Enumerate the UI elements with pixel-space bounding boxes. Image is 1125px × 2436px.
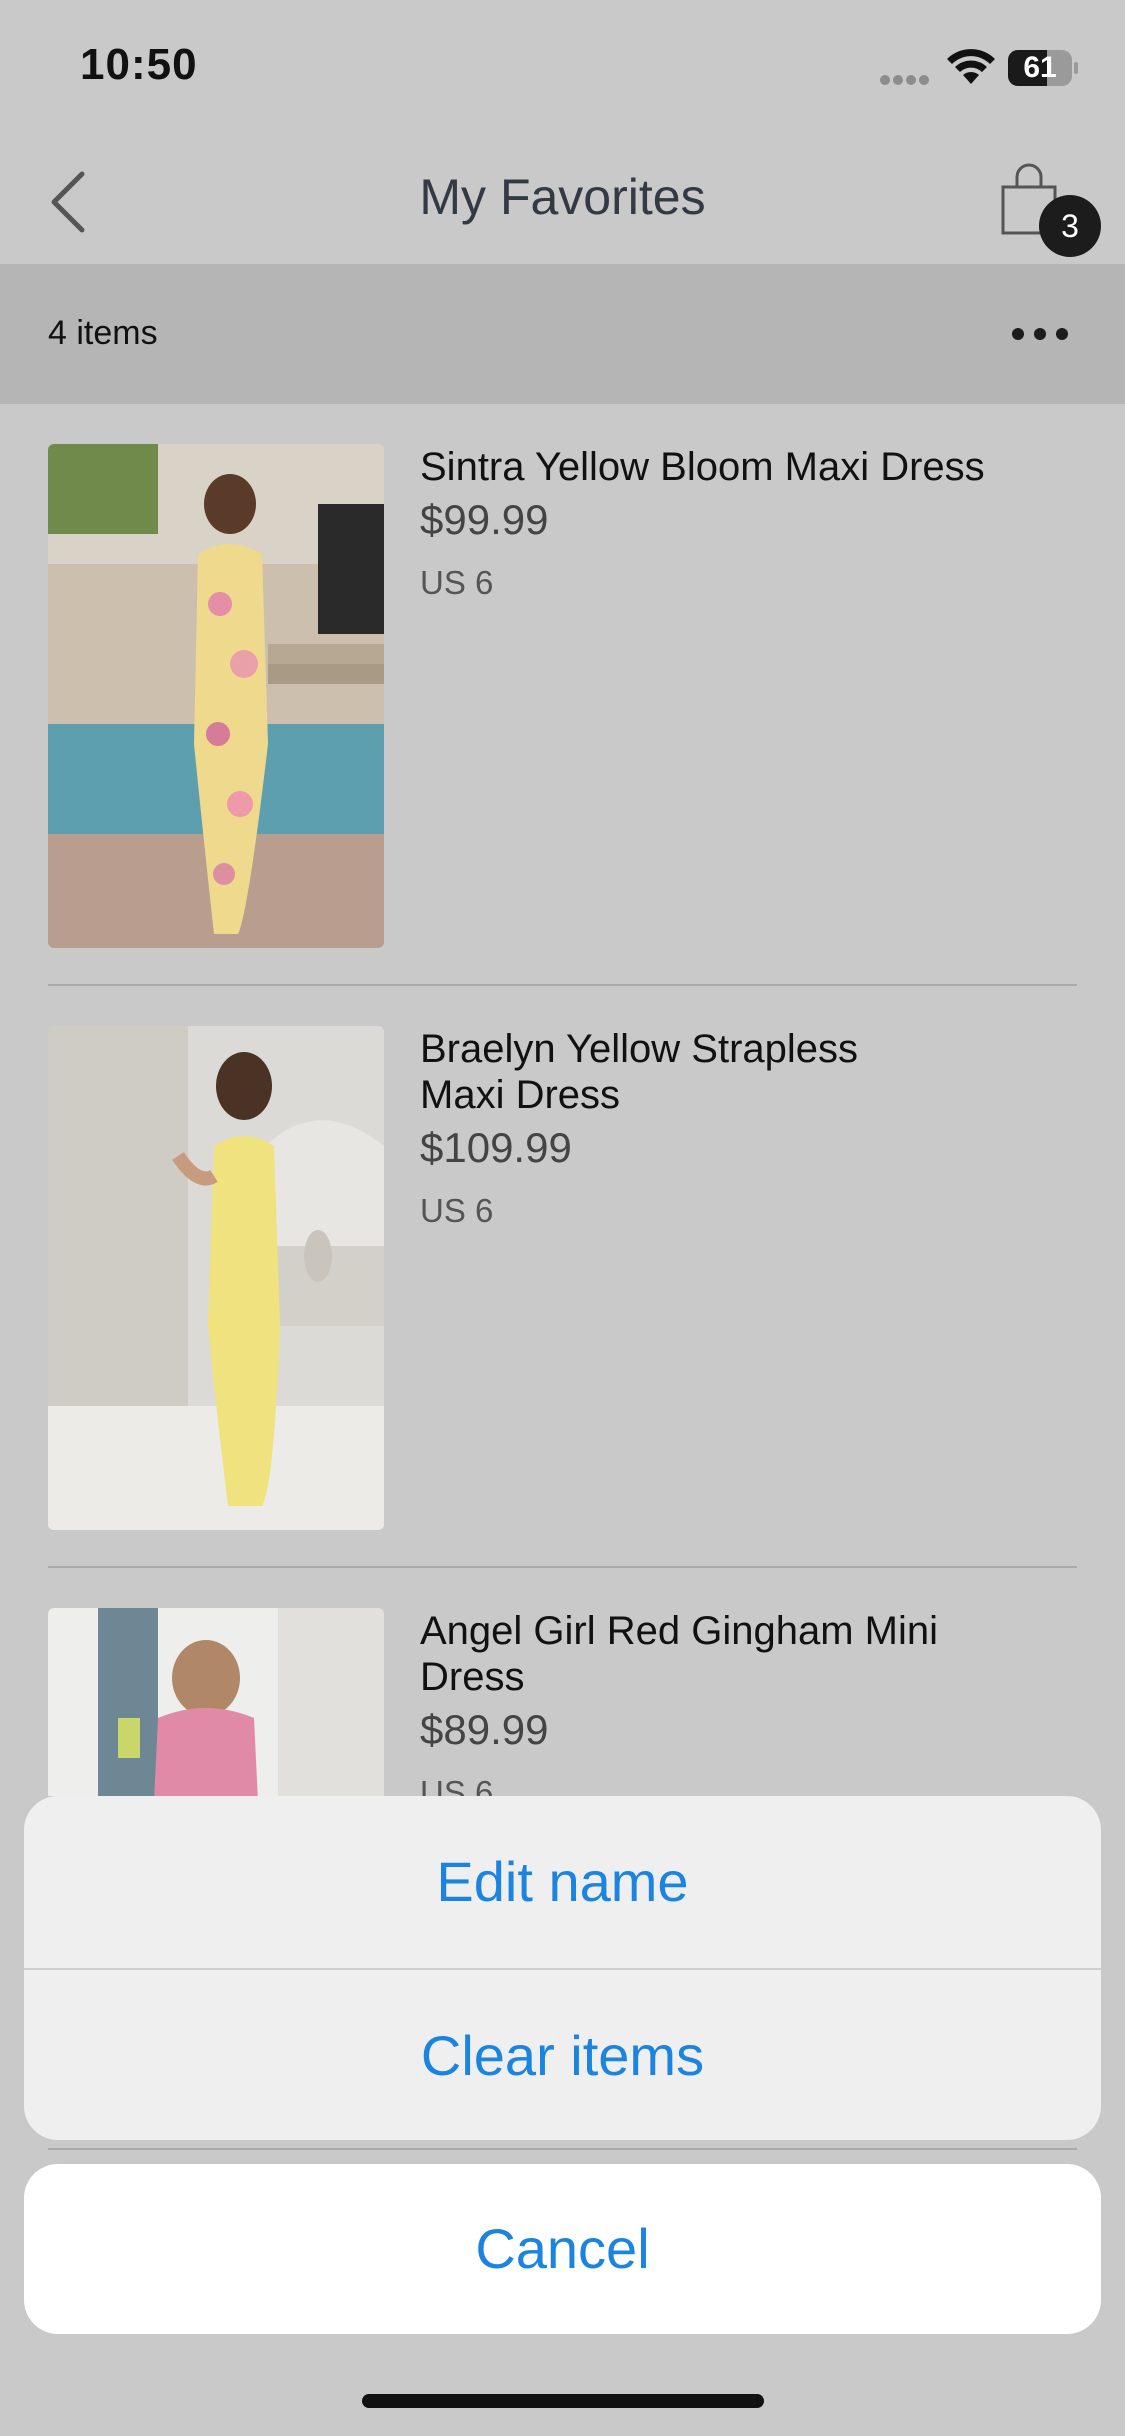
list-item[interactable]: Braelyn Yellow Strapless Maxi Dress $109… <box>0 986 1125 1568</box>
clear-items-button[interactable]: Clear items <box>24 1970 1101 2140</box>
more-options-button[interactable] <box>1000 304 1080 364</box>
cart-button[interactable]: 3 <box>985 157 1105 267</box>
product-price: $99.99 <box>420 496 549 543</box>
favorites-screen: 10:50 61 My Favorites 3 4 items Sintra Y… <box>0 0 1125 2436</box>
status-bar: 10:50 61 <box>0 0 1125 132</box>
navigation-bar: My Favorites 3 <box>0 132 1125 264</box>
product-image[interactable] <box>48 1026 384 1530</box>
product-image[interactable] <box>48 444 384 948</box>
page-title: My Favorites <box>419 169 706 225</box>
battery-icon: 61 <box>1008 50 1078 86</box>
product-size: US 6 <box>420 564 494 601</box>
item-count: 4 items <box>48 314 158 352</box>
home-indicator[interactable] <box>362 2394 764 2408</box>
list-header: 4 items <box>0 264 1125 404</box>
product-name[interactable]: Angel Girl Red Gingham Mini Dress <box>420 1608 940 1700</box>
product-size: US 6 <box>420 1774 494 1796</box>
cancel-button[interactable]: Cancel <box>24 2164 1101 2334</box>
product-price: $89.99 <box>420 1706 549 1753</box>
divider <box>48 2148 1077 2150</box>
signal-dots-icon <box>880 72 932 85</box>
product-name[interactable]: Braelyn Yellow Strapless Maxi Dress <box>420 1026 940 1118</box>
edit-name-button[interactable]: Edit name <box>24 1796 1101 1968</box>
status-time: 10:50 <box>80 40 198 89</box>
list-item[interactable]: Angel Girl Red Gingham Mini Dress $89.99… <box>0 1568 1125 1796</box>
product-name[interactable]: Sintra Yellow Bloom Maxi Dress <box>420 444 1060 490</box>
product-size: US 6 <box>420 1192 494 1229</box>
product-price: $109.99 <box>420 1124 572 1171</box>
wifi-icon <box>947 49 995 84</box>
battery-level: 61 <box>1023 51 1057 84</box>
action-sheet: Edit name Clear items <box>24 1796 1101 2140</box>
cart-count-badge: 3 <box>1039 195 1101 257</box>
list-item[interactable]: Sintra Yellow Bloom Maxi Dress $99.99 US… <box>0 404 1125 986</box>
product-image[interactable] <box>48 1608 384 1796</box>
